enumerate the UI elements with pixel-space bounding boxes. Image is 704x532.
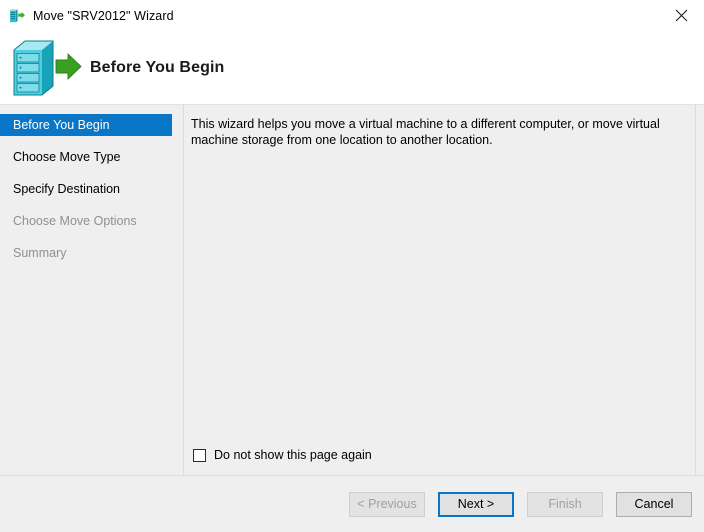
sidebar-item-summary: Summary [13, 246, 67, 260]
sidebar-item-specify-destination[interactable]: Specify Destination [0, 178, 183, 200]
do-not-show-label[interactable]: Do not show this page again [214, 448, 372, 462]
wizard-footer: < Previous Next > Finish Cancel [0, 475, 704, 532]
server-move-icon [8, 7, 26, 25]
do-not-show-checkbox[interactable] [193, 448, 206, 462]
sidebar-item-choose-move-options: Choose Move Options [13, 214, 137, 228]
wizard-header: Before You Begin [0, 31, 704, 105]
content-panel: This wizard helps you move a virtual mac… [184, 105, 696, 475]
cancel-button[interactable]: Cancel [616, 491, 692, 517]
page-title: Before You Begin [90, 58, 225, 76]
title-bar: Move "SRV2012" Wizard [0, 0, 704, 31]
sidebar-item-choose-move-type[interactable]: Choose Move Type [0, 146, 183, 168]
move-wizard-window: Move "SRV2012" Wizard Before You Begin B… [0, 0, 704, 532]
previous-button: < Previous [349, 491, 425, 517]
wizard-description-text: This wizard helps you move a virtual mac… [191, 117, 660, 147]
do-not-show-row[interactable]: Do not show this page again [191, 448, 681, 475]
next-button[interactable]: Next > [438, 491, 514, 517]
window-title: Move "SRV2012" Wizard [33, 8, 174, 23]
server-move-banner-icon [10, 37, 84, 99]
close-icon[interactable] [659, 0, 704, 31]
finish-button: Finish [527, 491, 603, 517]
sidebar-item-before-you-begin[interactable]: Before You Begin [0, 114, 172, 136]
wizard-body: Before You Begin Choose Move Type Specif… [0, 105, 704, 475]
wizard-step-list: Before You Begin Choose Move Type Specif… [0, 105, 184, 475]
